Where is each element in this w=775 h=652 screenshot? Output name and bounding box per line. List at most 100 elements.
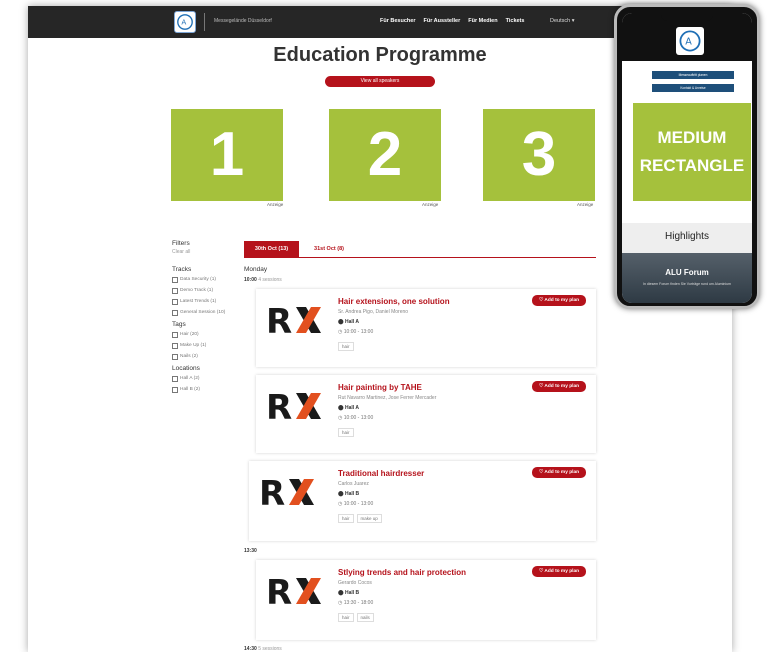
filter-track-option[interactable]: Data Security (1): [172, 277, 242, 283]
checkbox[interactable]: [172, 310, 178, 316]
filter-label: General Session (10): [180, 310, 226, 315]
phone-screen: A Messeauftritt planen Kontakt & Anreise…: [622, 13, 752, 303]
banner-subtitle: In diesem Forum finden Sie Vorträge rund…: [643, 282, 731, 286]
tag[interactable]: hair: [338, 613, 354, 622]
svg-text:R: R: [259, 475, 285, 509]
ad-banner-3[interactable]: 3: [483, 109, 595, 201]
session-tags: hair: [338, 342, 354, 351]
filter-label: Demo Track (1): [180, 288, 214, 293]
filter-tag-option[interactable]: Hair (20): [172, 332, 242, 338]
svg-text:A: A: [181, 18, 186, 27]
filter-location-option[interactable]: Hall A (2): [172, 376, 242, 382]
session-tags: hair make up: [338, 514, 382, 523]
hall-label: Hall B: [345, 590, 360, 596]
filter-tag-option[interactable]: Make Up (1): [172, 343, 242, 349]
date-tabs: 30th Oct (13) 31st Oct (8): [244, 241, 596, 258]
add-to-plan-button[interactable]: ♡ Add to my plan: [532, 295, 586, 306]
ad-label-3: Anzeige: [577, 202, 594, 207]
filter-location-option[interactable]: Hall B (2): [172, 387, 242, 393]
session-card[interactable]: R Hair painting by TAHE Rut Navarro Mart…: [256, 375, 596, 453]
time-label: 14:30: [244, 646, 257, 652]
tag[interactable]: nails: [356, 613, 374, 622]
tab-30th-oct[interactable]: 30th Oct (13): [244, 241, 299, 258]
time-slot: 13:30: [244, 548, 257, 554]
time-label: 10:00: [244, 277, 257, 283]
tag[interactable]: hair: [338, 428, 354, 437]
language-selector[interactable]: Deutsch ▾: [550, 18, 574, 24]
session-hall: ⬤ Hall B: [338, 590, 359, 596]
filter-track-option[interactable]: Demo Track (1): [172, 288, 242, 294]
session-card[interactable]: R Stlying trends and hair protection Ger…: [256, 560, 596, 640]
nav-link-visitors[interactable]: Für Besucher: [380, 18, 415, 24]
ad-label-2: Anzeige: [422, 202, 439, 207]
filter-track-option[interactable]: Latest Trends (1): [172, 299, 242, 305]
filters-panel: Filters Clear all Tracks Data Security (…: [172, 240, 242, 398]
checkbox[interactable]: [172, 277, 178, 283]
session-title[interactable]: Hair painting by TAHE: [338, 383, 422, 392]
location-pin-icon: ⬤: [338, 590, 345, 596]
venue-subtitle[interactable]: Messegelände Düsseldorf: [214, 18, 272, 24]
session-card[interactable]: R Hair extensions, one solution Sr. Andr…: [256, 289, 596, 367]
tag[interactable]: hair: [338, 342, 354, 351]
phone-logo[interactable]: A: [676, 27, 704, 55]
session-hall: ⬤ Hall A: [338, 319, 359, 325]
logo-icon: A: [679, 30, 701, 52]
session-tags: hair: [338, 428, 354, 437]
filter-label: Data Security (1): [180, 277, 216, 282]
checkbox[interactable]: [172, 332, 178, 338]
filters-heading: Filters: [172, 240, 190, 247]
session-card[interactable]: R Traditional hairdresser Carlos Juarez …: [249, 461, 596, 541]
checkbox[interactable]: [172, 387, 178, 393]
svg-text:A: A: [685, 37, 692, 48]
location-pin-icon: ⬤: [338, 405, 345, 411]
checkbox[interactable]: [172, 354, 178, 360]
ad-banner-1[interactable]: 1: [171, 109, 283, 201]
session-title[interactable]: Traditional hairdresser: [338, 469, 424, 478]
hall-label: Hall B: [345, 491, 360, 497]
phone-notch: [661, 13, 713, 21]
site-logo[interactable]: A: [174, 11, 196, 33]
tag[interactable]: hair: [338, 514, 354, 523]
phone-link-contact[interactable]: Kontakt & Anreise: [652, 84, 734, 92]
alu-forum-banner[interactable]: ALU Forum In diesem Forum finden Sie Vor…: [622, 253, 752, 303]
filter-tag-option[interactable]: Nails (2): [172, 354, 242, 360]
tab-31st-oct[interactable]: 31st Oct (8): [304, 241, 354, 258]
plan-label: Add to my plan: [544, 470, 580, 475]
plan-label: Add to my plan: [544, 298, 580, 303]
ad-banner-2[interactable]: 2: [329, 109, 441, 201]
clear-filters-link[interactable]: Clear all: [172, 249, 242, 255]
rx-logo-icon: R: [266, 389, 321, 423]
session-count: 5 sessions: [258, 646, 282, 652]
tag[interactable]: make up: [356, 514, 382, 523]
rx-logo-icon: R: [259, 475, 314, 509]
locations-heading: Locations: [172, 365, 200, 372]
nav-link-tickets[interactable]: Tickets: [506, 18, 525, 24]
svg-text:R: R: [266, 303, 292, 337]
checkbox[interactable]: [172, 343, 178, 349]
filter-label: Latest Trends (1): [180, 299, 217, 304]
tracks-heading: Tracks: [172, 266, 192, 273]
session-title[interactable]: Stlying trends and hair protection: [338, 568, 466, 577]
checkbox[interactable]: [172, 376, 178, 382]
view-speakers-button[interactable]: View all speakers: [325, 76, 435, 87]
medium-rectangle-ad[interactable]: MEDIUM RECTANGLE: [633, 103, 751, 201]
phone-link-plan[interactable]: Messeauftritt planen: [652, 71, 734, 79]
svg-text:R: R: [266, 389, 292, 423]
session-title[interactable]: Hair extensions, one solution: [338, 297, 450, 306]
nav-link-media[interactable]: Für Medien: [468, 18, 497, 24]
add-to-plan-button[interactable]: ♡ Add to my plan: [532, 467, 586, 478]
hall-label: Hall A: [345, 405, 359, 411]
filter-label: Hall B (2): [180, 387, 200, 392]
add-to-plan-button[interactable]: ♡ Add to my plan: [532, 381, 586, 392]
filter-label: Make Up (1): [180, 343, 207, 348]
time-label: 13:30 - 18:00: [343, 600, 374, 606]
nav-link-exhibitors[interactable]: Für Aussteller: [423, 18, 460, 24]
checkbox[interactable]: [172, 288, 178, 294]
time-label: 10:00 - 13:00: [343, 415, 374, 421]
plan-label: Add to my plan: [544, 384, 580, 389]
filter-track-option[interactable]: General Session (10): [172, 310, 242, 316]
ad-label-1: Anzeige: [267, 202, 284, 207]
add-to-plan-button[interactable]: ♡ Add to my plan: [532, 566, 586, 577]
filter-label: Hair (20): [180, 332, 199, 337]
checkbox[interactable]: [172, 299, 178, 305]
